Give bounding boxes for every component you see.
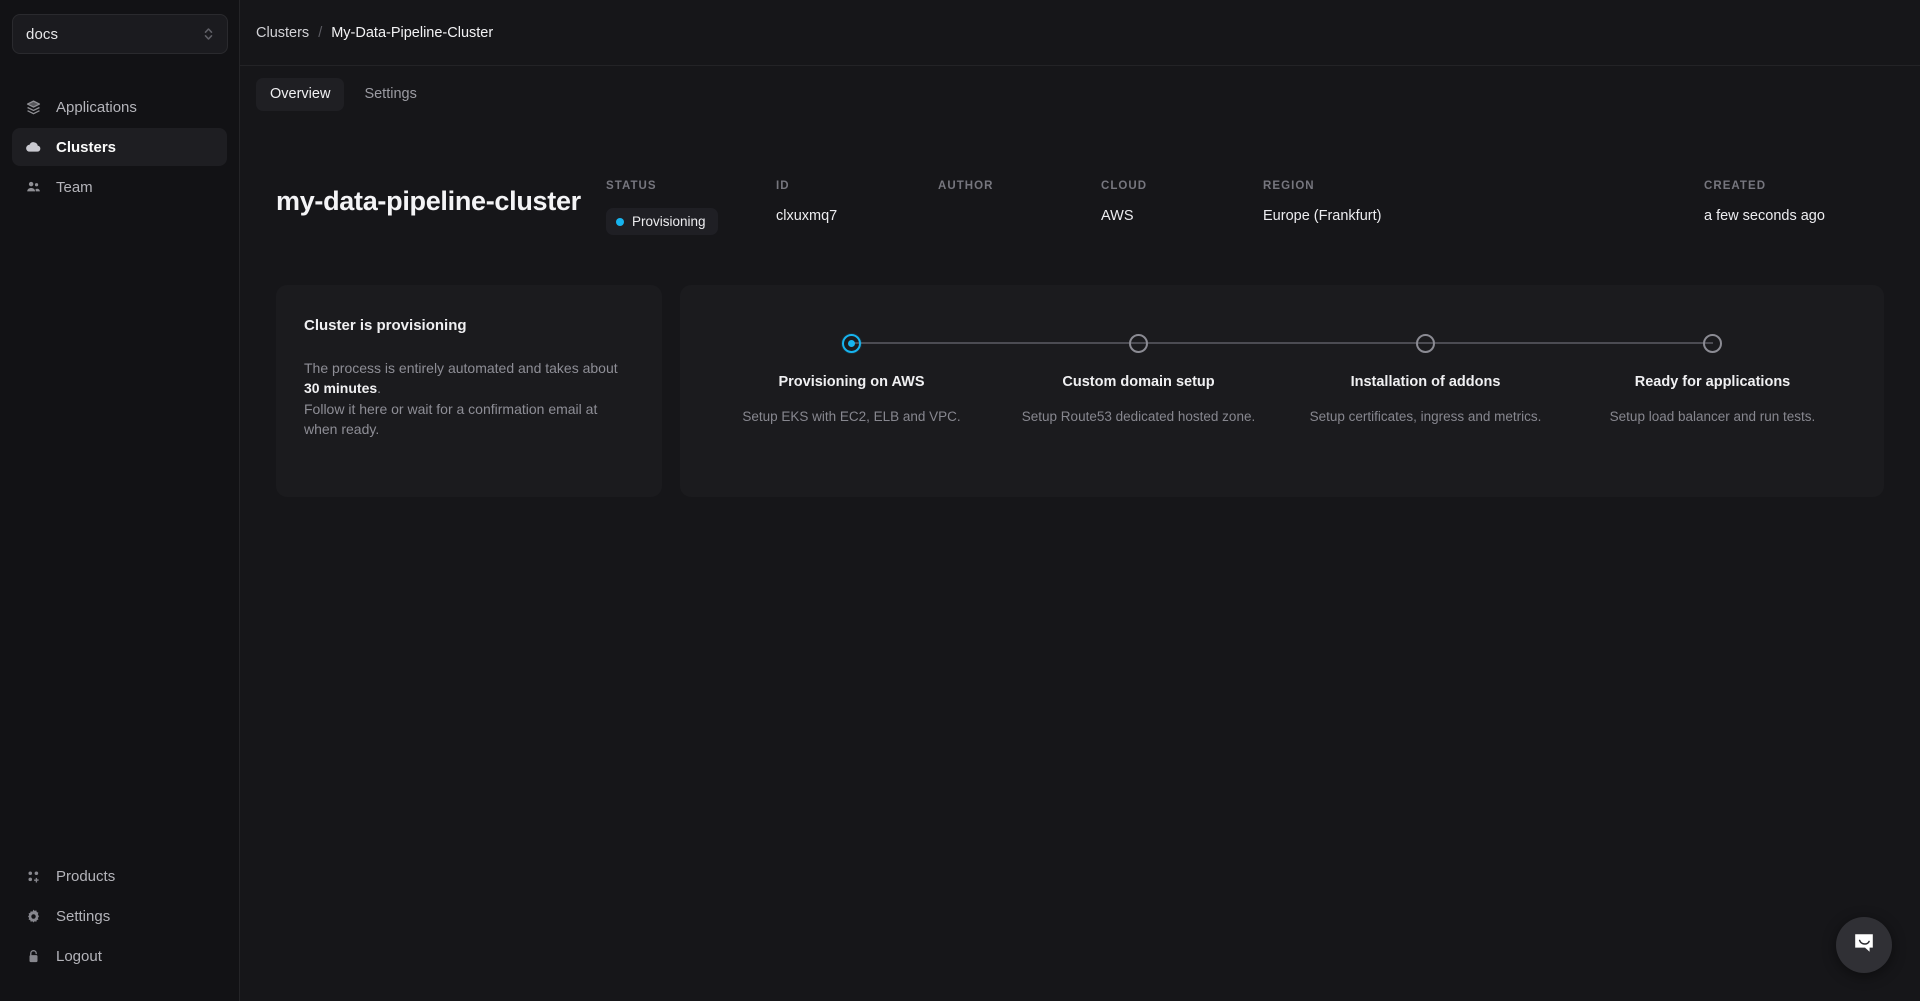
workspace-name: docs: [26, 25, 59, 43]
breadcrumb-separator: /: [318, 24, 323, 41]
sidebar-item-settings[interactable]: Settings: [12, 897, 227, 935]
step-description: Setup load balancer and run tests.: [1609, 409, 1816, 424]
chevron-up-down-icon: [203, 26, 214, 42]
status-dot-icon: [616, 217, 624, 226]
meta-label-created: CREATED: [1704, 180, 1767, 192]
meta-label-id: ID: [776, 180, 790, 192]
info-body-duration: 30 minutes: [304, 380, 378, 397]
page-title: my-data-pipeline-cluster: [276, 186, 581, 216]
provisioning-info-card: Cluster is provisioning The process is e…: [276, 285, 662, 497]
sidebar-item-label: Settings: [56, 907, 111, 925]
cloud-icon: [25, 139, 42, 156]
sidebar-item-applications[interactable]: Applications: [12, 88, 227, 126]
meta-status: STATUS Provisioning: [606, 180, 776, 235]
step-item: Ready for applications Setup load balanc…: [1569, 331, 1856, 426]
info-card-body: The process is entirely automated and ta…: [304, 358, 634, 439]
meta-author: AUTHOR: [938, 180, 1101, 226]
tab-overview[interactable]: Overview: [256, 77, 345, 111]
status-badge: Provisioning: [606, 208, 718, 235]
sidebar-item-label: Clusters: [56, 138, 117, 156]
meta-value-id: clxuxmq7: [776, 208, 838, 224]
breadcrumb-root[interactable]: Clusters: [256, 25, 309, 41]
cards-row: Cluster is provisioning The process is e…: [256, 235, 1904, 497]
step-knob-pending: [1129, 333, 1148, 353]
gear-icon: [25, 908, 42, 925]
sidebar: docs Applications Clusters Team Products…: [0, 0, 240, 1001]
sidebar-item-label: Applications: [56, 98, 137, 116]
step-knob-pending: [1416, 333, 1435, 353]
cluster-meta-grid: STATUS Provisioning ID clxuxmq7 AUTHOR C…: [606, 174, 1884, 235]
meta-value-author: [938, 208, 1101, 226]
sidebar-item-label: Logout: [56, 947, 102, 965]
meta-label-status: STATUS: [606, 180, 657, 192]
step-knob-row: [1282, 331, 1713, 355]
grid-plus-icon: [25, 868, 42, 885]
provisioning-stepper-card: Provisioning on AWS Setup EKS with EC2, …: [680, 285, 1884, 497]
meta-id: ID clxuxmq7: [776, 180, 938, 226]
secondary-nav: Products Settings Logout: [12, 857, 227, 983]
main-panel: Clusters / My-Data-Pipeline-Cluster Over…: [240, 0, 1920, 1001]
breadcrumb: Clusters / My-Data-Pipeline-Cluster: [256, 25, 493, 41]
meta-label-cloud: CLOUD: [1101, 180, 1148, 192]
step-title: Provisioning on AWS: [778, 374, 925, 390]
meta-value-region: Europe (Frankfurt): [1263, 208, 1382, 224]
step-knob-pending: [1703, 333, 1722, 353]
step-description: Setup certificates, ingress and metrics.: [1309, 409, 1542, 424]
primary-nav: Applications Clusters Team: [12, 88, 227, 206]
info-body-line2: Follow it here or wait for a confirmatio…: [304, 400, 598, 417]
step-item: Installation of addons Setup certificate…: [1282, 331, 1713, 426]
content-area: my-data-pipeline-cluster STATUS Provisio…: [240, 122, 1920, 1001]
step-knob-row: [1569, 331, 1856, 355]
step-knob-row: [995, 331, 1426, 355]
tab-bar: Overview Settings: [240, 66, 1920, 122]
users-icon: [25, 179, 42, 196]
meta-label-author: AUTHOR: [938, 180, 994, 192]
breadcrumb-current: My-Data-Pipeline-Cluster: [331, 24, 494, 41]
step-title: Custom domain setup: [1062, 374, 1215, 390]
step-description: Setup EKS with EC2, ELB and VPC.: [742, 409, 961, 424]
step-knob-row: [708, 331, 1139, 355]
cluster-summary: my-data-pipeline-cluster STATUS Provisio…: [256, 122, 1904, 235]
sidebar-item-label: Team: [56, 178, 93, 196]
topbar: Clusters / My-Data-Pipeline-Cluster: [240, 0, 1920, 66]
meta-created: CREATED a few seconds ago: [1704, 180, 1884, 226]
status-badge-text: Provisioning: [632, 214, 706, 229]
meta-cloud: CLOUD AWS: [1101, 180, 1263, 226]
chat-launcher-button[interactable]: [1836, 917, 1892, 973]
sidebar-item-label: Products: [56, 867, 116, 885]
meta-value-created: a few seconds ago: [1704, 208, 1825, 224]
info-body-part1: The process is entirely automated and ta…: [304, 360, 618, 376]
step-title: Ready for applications: [1634, 374, 1791, 390]
sidebar-item-team[interactable]: Team: [12, 168, 227, 206]
sidebar-item-clusters[interactable]: Clusters: [12, 128, 227, 166]
meta-region: REGION Europe (Frankfurt): [1263, 180, 1704, 226]
layers-icon: [25, 99, 42, 116]
info-card-heading: Cluster is provisioning: [304, 317, 467, 334]
app-root: docs Applications Clusters Team Products…: [0, 0, 1920, 1001]
chat-bubble-smile-icon: [1851, 930, 1877, 961]
meta-label-region: REGION: [1263, 180, 1315, 192]
info-body-part2: .: [377, 380, 382, 397]
sidebar-item-logout[interactable]: Logout: [12, 937, 227, 975]
stepper: Provisioning on AWS Setup EKS with EC2, …: [708, 331, 1856, 426]
workspace-selector[interactable]: docs: [12, 14, 228, 54]
step-description: Setup Route53 dedicated hosted zone.: [1021, 409, 1256, 424]
tab-settings[interactable]: Settings: [350, 78, 430, 111]
step-title: Installation of addons: [1350, 374, 1501, 390]
lock-icon: [25, 948, 42, 965]
step-item: Custom domain setup Setup Route53 dedica…: [995, 331, 1426, 426]
info-body-line3: when ready.: [304, 420, 380, 437]
step-knob-active: [842, 333, 861, 353]
meta-value-cloud: AWS: [1101, 208, 1134, 224]
step-item: Provisioning on AWS Setup EKS with EC2, …: [708, 331, 1139, 426]
sidebar-item-products[interactable]: Products: [12, 857, 227, 895]
